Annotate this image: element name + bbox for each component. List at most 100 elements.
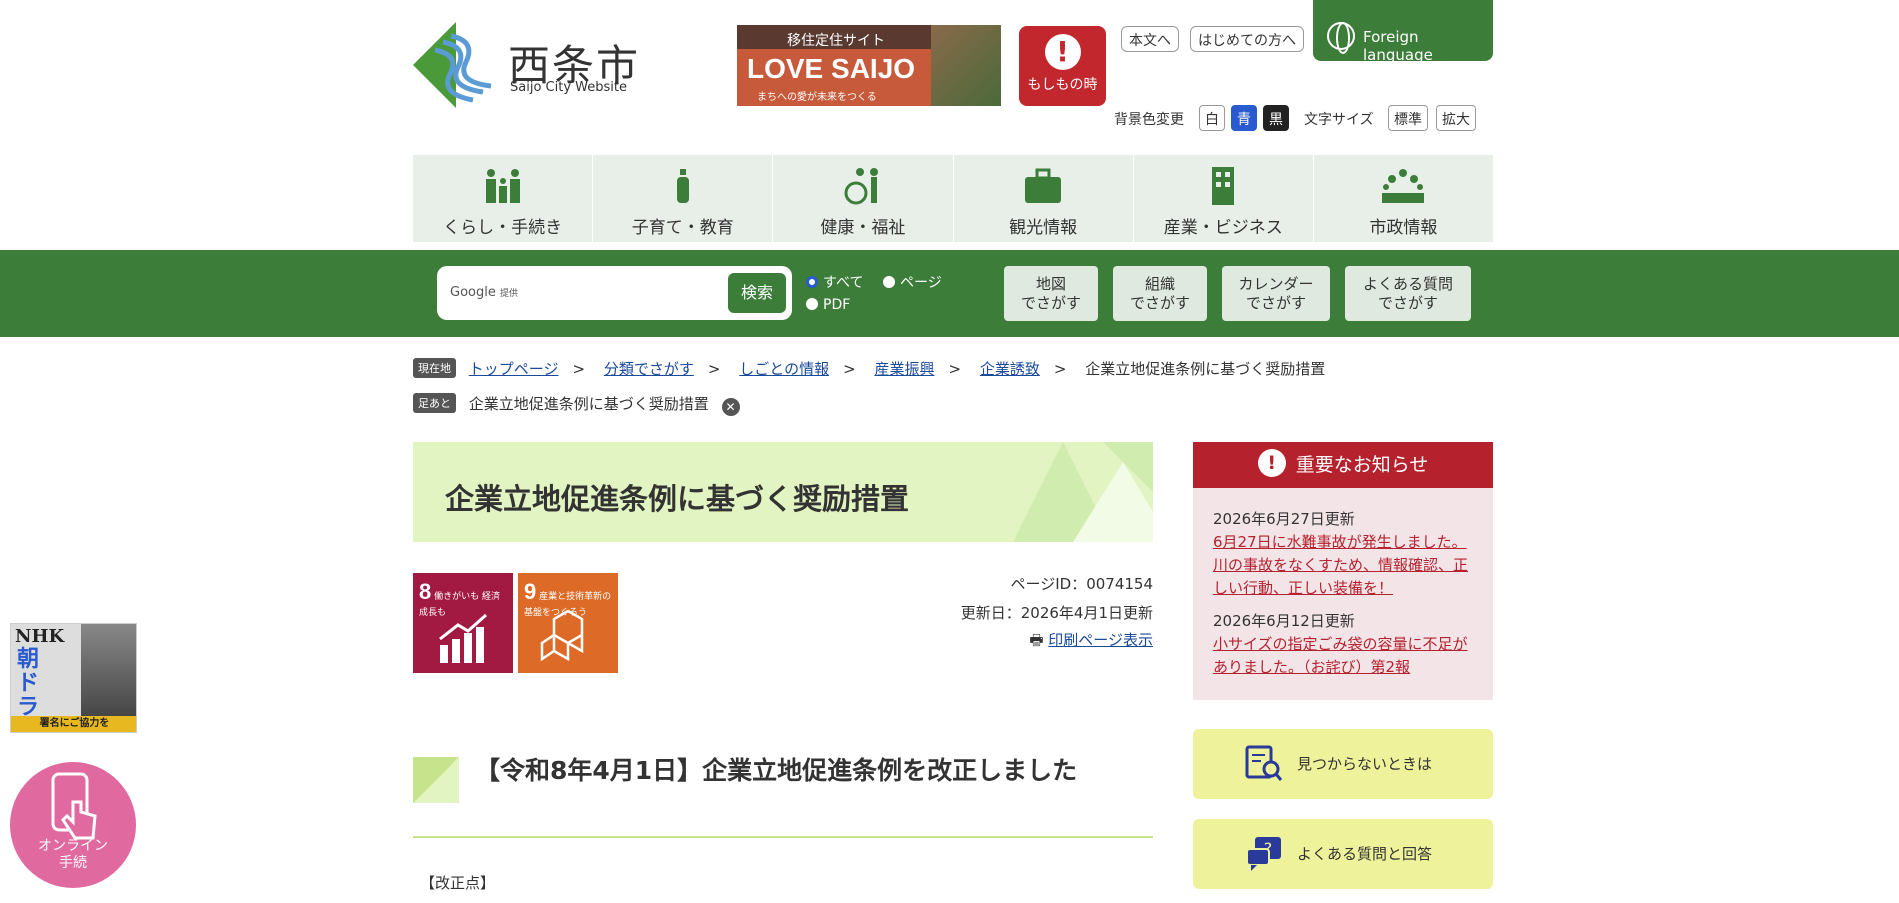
history-trail: 足あと 企業立地促進条例に基づく奨励措置 ✕ — [413, 393, 740, 416]
font-standard-button[interactable]: 標準 — [1388, 105, 1428, 131]
notice-item: 2026年6月27日更新 6月27日に水難事故が発生しました。 川の事故をなくす… — [1193, 508, 1493, 600]
asadora-title: 朝ドラ — [17, 647, 40, 720]
category-label: くらし・手続き — [443, 218, 563, 238]
online-label: オンライン 手続 — [38, 838, 108, 871]
faq-link[interactable]: ? よくある質問と回答 — [1193, 819, 1493, 889]
banner-main-text: LOVE SAIJO — [747, 53, 916, 84]
page: 西条市 Saijo City Website 移住定住サイト LOVE SAIJ… — [0, 0, 1899, 903]
category-kosodate[interactable]: 子育て・教育 — [593, 155, 774, 242]
radio-all[interactable]: すべて — [806, 272, 863, 292]
online-procedure-button[interactable]: オンライン 手続 — [10, 762, 136, 888]
breadcrumb: 現在地 トップページ > 分類でさがす > しごとの情報 > 産業振興 > 企業誘致 > … — [413, 358, 1325, 379]
search-button[interactable]: 検索 — [728, 273, 786, 313]
category-nav: くらし・手続き 子育て・教育 健康・福祉 観光情報 産業・ビジネス 市政情報 — [413, 155, 1493, 242]
breadcrumb-link[interactable]: 企業誘致 — [980, 360, 1040, 378]
foreign-language-button[interactable]: Foreign language — [1313, 0, 1493, 64]
building-icon — [1212, 167, 1235, 205]
not-found-link[interactable]: 見つからないときは — [1193, 729, 1493, 799]
history-item: 企業立地促進条例に基づく奨励措置 — [468, 395, 709, 413]
emergency-label: もしもの時 — [1027, 77, 1098, 93]
updated-date: 更新日：2026年4月1日更新 — [960, 604, 1153, 622]
breadcrumb-link[interactable]: トップページ — [469, 360, 559, 378]
section-title: 【令和8年4月1日】企業立地促進条例を改正しました — [475, 756, 1078, 785]
section-heading: 【令和8年4月1日】企業立地促進条例を改正しました — [413, 754, 1153, 838]
suitcase-icon — [1025, 168, 1062, 203]
page-id: ページID：0074154 — [1010, 575, 1153, 593]
wheelchair-icon — [844, 168, 878, 205]
google-label: Google 提供 — [450, 285, 518, 300]
globe-icon — [1327, 22, 1355, 54]
radio-pdf[interactable]: PDF — [806, 297, 850, 313]
notice-link[interactable]: 小サイズの指定ごみ袋の容量に不足がありました。（お詫び）第2報 — [1213, 635, 1468, 676]
kaisei-label: 【改正点】 — [420, 874, 496, 892]
family-icon — [485, 169, 520, 203]
category-shisei[interactable]: 市政情報 — [1314, 155, 1493, 242]
sdg-8-badge: 8 働きがいも 経済成長も — [413, 573, 513, 673]
breadcrumb-current: 企業立地促進条例に基づく奨励措置 — [1085, 360, 1326, 378]
category-label: 産業・ビジネス — [1163, 218, 1283, 238]
skip-to-content-link[interactable]: 本文へ — [1121, 26, 1179, 52]
notice-date: 2026年6月27日更新 — [1213, 510, 1355, 528]
asadora-bottom: 署名にご協力を — [11, 716, 136, 732]
logo-subtitle: Saijo City Website — [510, 80, 627, 95]
exclamation-icon: ! — [1257, 449, 1286, 477]
search-by-map[interactable]: 地図 でさがす — [1004, 266, 1098, 321]
emergency-button[interactable]: ! もしもの時 — [1019, 26, 1106, 106]
printer-icon: 🖶 — [1029, 631, 1044, 649]
first-visitors-link[interactable]: はじめての方へ — [1190, 26, 1304, 52]
close-icon[interactable]: ✕ — [721, 398, 740, 416]
smartphone-hand-icon — [51, 772, 97, 840]
font-size-label: 文字サイズ — [1304, 112, 1374, 128]
site-logo[interactable]: 西条市 Saijo City Website — [413, 22, 653, 112]
banner-photo — [931, 25, 1001, 106]
bg-black-button[interactable]: 黒 — [1263, 105, 1289, 131]
people-icon — [1382, 169, 1425, 203]
category-label: 市政情報 — [1369, 218, 1438, 238]
page-title-box: 企業立地促進条例に基づく奨励措置 — [413, 442, 1153, 542]
breadcrumb-link[interactable]: しごとの情報 — [739, 360, 829, 378]
category-label: 観光情報 — [1009, 218, 1078, 238]
search-box[interactable]: Google 提供 検索 — [437, 266, 792, 320]
bg-white-button[interactable]: 白 — [1199, 105, 1225, 131]
bg-blue-button[interactable]: 青 — [1231, 105, 1257, 131]
exclamation-icon: ! — [1044, 34, 1081, 70]
search-by-org[interactable]: 組織 でさがす — [1113, 266, 1207, 321]
sdg-9-badge: 9 産業と技術革新の 基盤をつくろう — [518, 573, 618, 673]
print-link[interactable]: 🖶 印刷ページ表示 — [1029, 629, 1153, 655]
notice-date: 2026年6月12日更新 — [1213, 612, 1355, 630]
logo-mark-icon — [413, 22, 492, 108]
title-decoration — [1013, 442, 1153, 542]
notice-item: 2026年6月12日更新 小サイズの指定ごみ袋の容量に不足がありました。（お詫び… — [1193, 610, 1493, 679]
breadcrumb-link[interactable]: 産業振興 — [874, 360, 934, 378]
heading-decoration — [413, 757, 459, 803]
search-by-faq[interactable]: よくある質問 でさがす — [1345, 266, 1471, 321]
history-tag: 足あと — [413, 393, 456, 413]
search-by-calendar[interactable]: カレンダー でさがす — [1222, 266, 1330, 321]
notice-link[interactable]: 6月27日に水難事故が発生しました。 川の事故をなくすため、情報確認、正しい行動… — [1213, 533, 1468, 597]
font-large-button[interactable]: 拡大 — [1436, 105, 1476, 131]
category-sangyo[interactable]: 産業・ビジネス — [1134, 155, 1314, 242]
asadora-banner[interactable]: NHK 朝ドラ 署名にご協力を — [10, 623, 137, 733]
faq-label: よくある質問と回答 — [1297, 845, 1433, 863]
category-kanko[interactable]: 観光情報 — [954, 155, 1134, 242]
category-label: 子育て・教育 — [631, 218, 734, 238]
foreign-language-label: Foreign language — [1363, 28, 1433, 64]
baby-bottle-icon — [676, 169, 689, 203]
page-title: 企業立地促進条例に基づく奨励措置 — [445, 482, 910, 516]
asadora-photo — [81, 624, 136, 719]
cubes-icon — [540, 609, 584, 662]
asadora-nhk: NHK — [15, 626, 65, 647]
bg-color-label: 背景色変更 — [1114, 112, 1184, 128]
current-location-tag: 現在地 — [413, 358, 456, 378]
breadcrumb-link[interactable]: 分類でさがす — [604, 360, 694, 378]
category-kurashi[interactable]: くらし・手続き — [413, 155, 594, 242]
not-found-label: 見つからないときは — [1297, 755, 1433, 773]
category-label: 健康・福祉 — [820, 218, 906, 238]
notice-header: ! 重要なお知らせ — [1193, 442, 1493, 488]
radio-page[interactable]: ページ — [883, 272, 942, 292]
search-bar — [0, 250, 1899, 337]
love-saijo-banner[interactable]: 移住定住サイト LOVE SAIJO まちへの愛が未来をつくる — [737, 25, 1001, 106]
banner-sub-text: まちへの愛が未来をつくる — [757, 92, 877, 103]
important-notice: ! 重要なお知らせ 2026年6月27日更新 6月27日に水難事故が発生しました。… — [1193, 442, 1493, 700]
category-kenko[interactable]: 健康・福祉 — [773, 155, 954, 242]
